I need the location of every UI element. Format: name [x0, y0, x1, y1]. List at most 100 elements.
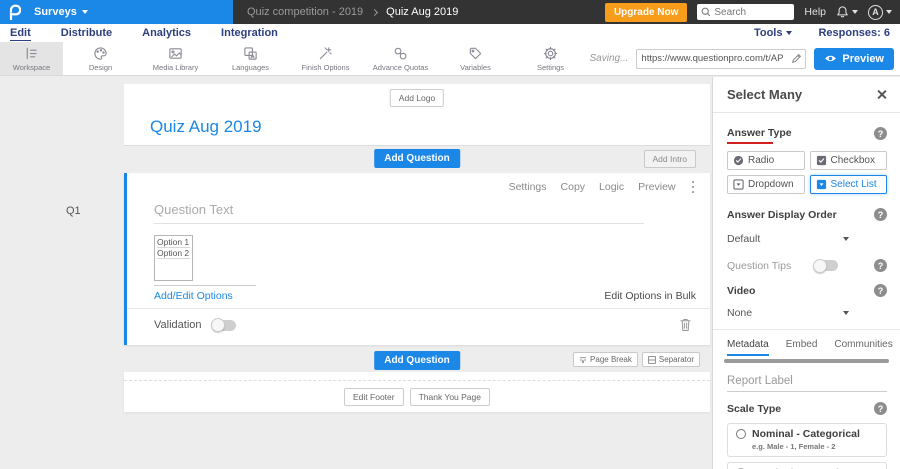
- question-copy-button[interactable]: Copy: [561, 181, 586, 193]
- toolbar-item-workspace[interactable]: Workspace: [0, 42, 63, 75]
- tab-embed[interactable]: Embed: [786, 339, 818, 356]
- add-question-row-2: Add Question Page Break Separator: [124, 348, 710, 374]
- help-icon[interactable]: [874, 284, 887, 297]
- logo-block: Surveys: [0, 0, 233, 24]
- help-icon[interactable]: [874, 208, 887, 221]
- help-link[interactable]: Help: [804, 6, 826, 18]
- search-box[interactable]: [697, 4, 795, 20]
- close-icon[interactable]: [876, 89, 887, 100]
- dropdown-icon: [733, 179, 744, 190]
- answer-type-radio-button[interactable]: Radio: [727, 151, 805, 170]
- question-number-label: Q1: [66, 205, 81, 217]
- survey-toolbar: Workspace Design Media Library Languages…: [0, 42, 900, 76]
- add-question-button[interactable]: Add Question: [374, 149, 460, 168]
- help-icon[interactable]: [874, 259, 887, 272]
- kebab-menu-icon[interactable]: [691, 185, 694, 189]
- questionpro-logo-icon[interactable]: [0, 4, 28, 20]
- toolbar-item-advance-quotas[interactable]: Advance Quotas: [363, 42, 438, 75]
- survey-header-card: Add Logo Quiz Aug 2019: [124, 84, 710, 146]
- design-icon: [94, 46, 107, 60]
- report-label-input[interactable]: [727, 372, 887, 392]
- question-menu: Settings Copy Logic Preview: [509, 181, 696, 193]
- question-card[interactable]: Settings Copy Logic Preview Question Tex…: [124, 173, 710, 345]
- answer-display-order-select[interactable]: Default: [727, 233, 849, 245]
- breadcrumb-current: Quiz Aug 2019: [386, 6, 459, 18]
- search-input[interactable]: [714, 6, 785, 18]
- options-underline: [154, 285, 256, 286]
- pencil-icon: [792, 54, 801, 63]
- help-icon[interactable]: [874, 127, 887, 140]
- delete-question-button[interactable]: [679, 317, 692, 332]
- page-break-icon: [579, 356, 587, 363]
- metadata-tabs: Metadata Embed Communities: [727, 339, 893, 356]
- validation-label: Validation: [154, 319, 202, 331]
- upgrade-now-button[interactable]: Upgrade Now: [604, 2, 688, 22]
- tools-menu[interactable]: Tools: [754, 27, 793, 39]
- validation-toggle[interactable]: [210, 318, 236, 332]
- help-icon[interactable]: [874, 402, 887, 415]
- page-break-button[interactable]: Page Break: [573, 352, 638, 367]
- video-select[interactable]: None: [727, 307, 849, 319]
- surveys-menu[interactable]: Surveys: [34, 6, 88, 18]
- add-question-button-2[interactable]: Add Question: [374, 351, 460, 370]
- question-tips-toggle[interactable]: [813, 258, 838, 273]
- question-settings-button[interactable]: Settings: [509, 181, 547, 193]
- eye-icon: [825, 55, 837, 62]
- notifications-menu[interactable]: [836, 5, 858, 19]
- tab-distribute[interactable]: Distribute: [61, 26, 112, 40]
- option-item: Option 2: [157, 248, 190, 259]
- tab-analytics[interactable]: Analytics: [142, 26, 191, 40]
- variables-icon: [469, 47, 482, 59]
- footer-dashed-divider: [124, 380, 710, 381]
- toolbar-item-media-library[interactable]: Media Library: [138, 42, 213, 75]
- question-logic-button[interactable]: Logic: [599, 181, 624, 193]
- toolbar-item-languages[interactable]: Languages: [213, 42, 288, 75]
- chevron-down-icon: [886, 10, 892, 14]
- toolbar-item-settings[interactable]: Settings: [513, 42, 588, 75]
- edit-url-button[interactable]: [787, 53, 805, 64]
- thank-you-page-button[interactable]: Thank You Page: [409, 388, 490, 406]
- bell-icon: [837, 6, 848, 18]
- answer-display-order-label: Answer Display Order: [727, 208, 837, 221]
- toolbar-item-variables[interactable]: Variables: [438, 42, 513, 75]
- scale-option-nominal-numeric[interactable]: Nominal - Numeric e.g. Number of cars (1…: [727, 462, 887, 469]
- edit-options-in-bulk-link[interactable]: Edit Options in Bulk: [604, 290, 696, 302]
- scale-option-nominal-categorical[interactable]: Nominal - Categorical e.g. Male - 1, Fem…: [727, 423, 887, 457]
- tab-communities[interactable]: Communities: [834, 339, 892, 356]
- panel-divider: [713, 112, 900, 113]
- account-menu[interactable]: A: [868, 4, 892, 20]
- preview-button[interactable]: Preview: [814, 47, 894, 70]
- tab-edit[interactable]: Edit: [10, 26, 31, 41]
- breadcrumb-parent[interactable]: Quiz competition - 2019: [247, 6, 363, 18]
- answer-type-dropdown-button[interactable]: Dropdown: [727, 175, 805, 194]
- tools-label: Tools: [753, 27, 783, 39]
- advance-quotas-icon: [394, 47, 407, 60]
- languages-icon: [244, 46, 257, 60]
- answer-type-select-list-button[interactable]: Select List: [809, 175, 887, 194]
- options-list-preview[interactable]: Option 1 Option 2: [154, 235, 193, 281]
- add-intro-button[interactable]: Add Intro: [643, 150, 696, 168]
- add-edit-options-link[interactable]: Add/Edit Options: [154, 290, 233, 302]
- avatar: A: [868, 4, 883, 20]
- tab-metadata[interactable]: Metadata: [727, 339, 769, 356]
- settings-icon: [543, 46, 558, 60]
- question-card-divider: [127, 308, 710, 309]
- survey-url-input[interactable]: [637, 53, 788, 64]
- survey-title[interactable]: Quiz Aug 2019: [150, 117, 262, 137]
- answer-type-checkbox-button[interactable]: Checkbox: [809, 151, 887, 170]
- question-text-placeholder[interactable]: Question Text: [154, 202, 233, 217]
- question-preview-button[interactable]: Preview: [638, 181, 675, 193]
- tab-integration[interactable]: Integration: [221, 26, 278, 40]
- surveys-label: Surveys: [34, 6, 77, 18]
- edit-footer-button[interactable]: Edit Footer: [344, 388, 404, 406]
- chevron-down-icon: [843, 237, 849, 241]
- toolbar-item-finish-options[interactable]: Finish Options: [288, 42, 363, 75]
- separator-button[interactable]: Separator: [641, 352, 700, 367]
- toolbar-item-design[interactable]: Design: [63, 42, 138, 75]
- responses-count[interactable]: Responses: 6: [818, 27, 890, 39]
- answer-type-label: Answer Type: [727, 127, 792, 139]
- tabs-scrollbar[interactable]: [724, 359, 889, 363]
- add-logo-button[interactable]: Add Logo: [389, 89, 445, 107]
- survey-url-box: [636, 48, 807, 69]
- saving-status: Saving...: [589, 53, 629, 64]
